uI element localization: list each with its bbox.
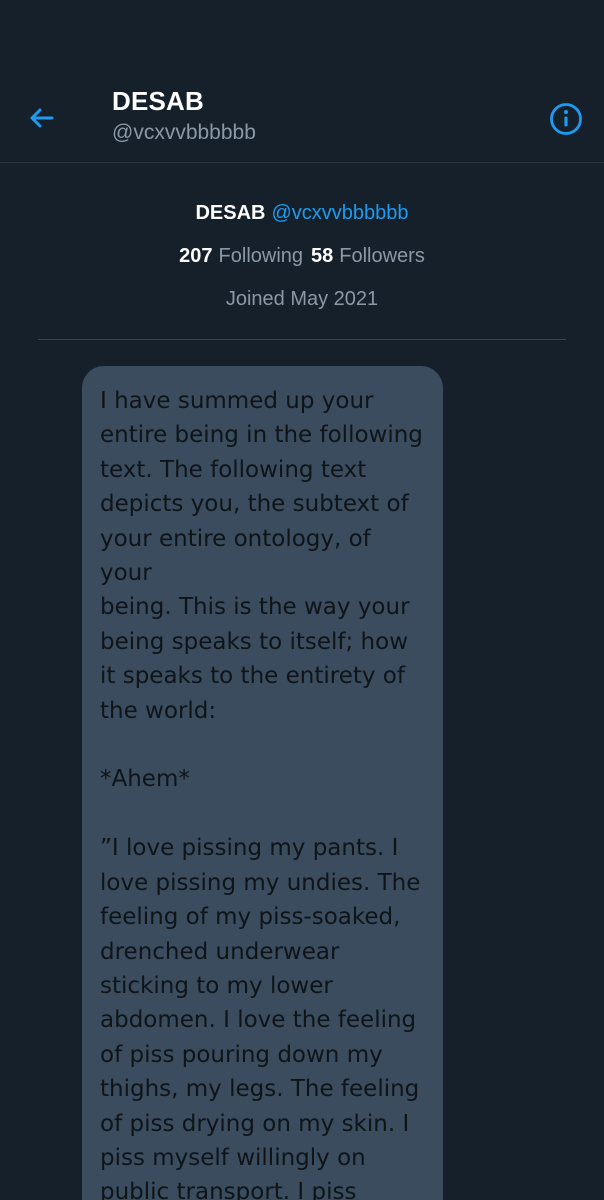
conversation-info-button[interactable] xyxy=(548,101,584,137)
info-circle-icon xyxy=(550,103,582,135)
follow-stats: 207 Following 58 Followers xyxy=(0,243,604,269)
header-display-name: DESAB xyxy=(112,86,205,116)
following-label: Following xyxy=(218,245,304,267)
message-bubble[interactable]: I have summed up your entire being in th… xyxy=(82,366,443,1200)
dm-conversation-screen: DESAB @vcxvvbbbbbb DESAB @vcxvvbbbbbb 207… xyxy=(0,0,604,1200)
back-button[interactable] xyxy=(22,98,62,138)
arrow-left-icon xyxy=(30,108,54,128)
summary-name-line: DESAB @vcxvvbbbbbb xyxy=(0,200,604,226)
following-count: 207 xyxy=(179,245,213,267)
followers-label: Followers xyxy=(339,245,425,267)
summary-display-name: DESAB xyxy=(195,202,266,224)
header-handle: @vcxvvbbbbbb xyxy=(112,121,256,144)
summary-handle: @vcxvvbbbbbb xyxy=(271,202,409,224)
conversation-title[interactable]: DESAB @vcxvvbbbbbb xyxy=(112,86,256,145)
profile-summary[interactable]: DESAB @vcxvvbbbbbb 207 Following 58 Follower… xyxy=(0,200,604,312)
followers-count: 58 xyxy=(311,245,334,267)
summary-divider xyxy=(38,339,566,340)
message-text: I have summed up your entire being in th… xyxy=(100,388,423,1200)
conversation-header: DESAB @vcxvvbbbbbb xyxy=(0,76,604,163)
joined-date: Joined May 2021 xyxy=(225,288,379,310)
